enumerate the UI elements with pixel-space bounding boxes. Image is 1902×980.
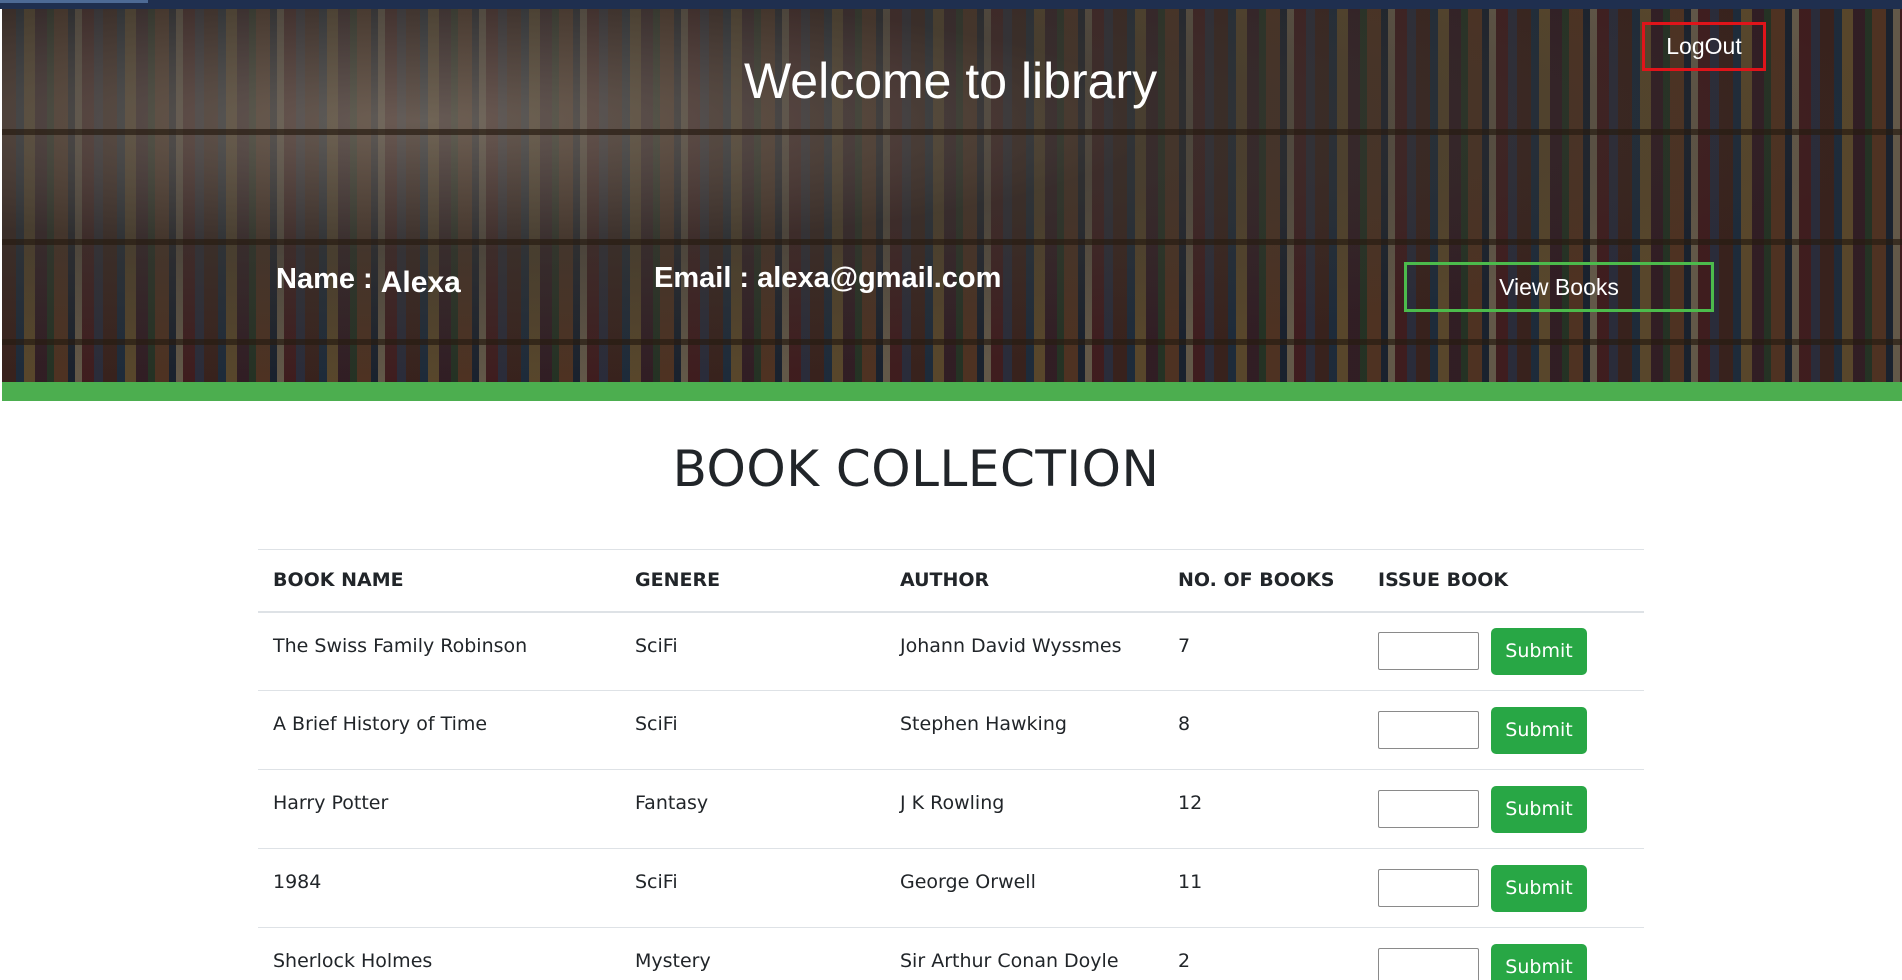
book-name: The Swiss Family Robinson	[258, 611, 620, 691]
shelf-line	[2, 339, 1902, 345]
submit-button[interactable]: Submit	[1491, 785, 1587, 833]
top-border-highlight	[0, 0, 148, 3]
top-border	[0, 0, 1902, 9]
submit-button[interactable]: Submit	[1491, 864, 1587, 912]
issue-quantity-input[interactable]	[1378, 948, 1479, 980]
book-count: 2	[1163, 927, 1363, 980]
user-email-value: alexa@gmail.com	[757, 262, 1002, 294]
book-author: Stephen Hawking	[885, 690, 1163, 770]
user-name: Name : Alexa	[276, 262, 461, 299]
book-genre: Fantasy	[620, 769, 885, 849]
column-header-genre: GENERE	[620, 549, 885, 613]
book-author: George Orwell	[885, 848, 1163, 928]
submit-button[interactable]: Submit	[1491, 706, 1587, 754]
accent-divider	[2, 382, 1902, 401]
book-author: J K Rowling	[885, 769, 1163, 849]
book-count: 8	[1163, 690, 1363, 770]
book-author: Johann David Wyssmes	[885, 611, 1163, 691]
book-count: 12	[1163, 769, 1363, 849]
table-header-row: BOOK NAME GENERE AUTHOR NO. OF BOOKS ISS…	[258, 549, 1644, 613]
book-count: 7	[1163, 611, 1363, 691]
column-header-count: NO. OF BOOKS	[1163, 549, 1363, 613]
book-genre: SciFi	[620, 848, 885, 928]
table-row: A Brief History of Time SciFi Stephen Ha…	[258, 690, 1644, 770]
logout-button[interactable]: LogOut	[1642, 22, 1766, 71]
submit-button[interactable]: Submit	[1491, 627, 1587, 675]
submit-button[interactable]: Submit	[1491, 943, 1587, 980]
book-genre: Mystery	[620, 927, 885, 980]
issue-quantity-input[interactable]	[1378, 869, 1479, 907]
user-name-value: Alexa	[380, 266, 461, 299]
user-email-label: Email :	[654, 262, 758, 294]
shelf-line	[2, 129, 1902, 135]
section-title: BOOK COLLECTION	[672, 440, 1160, 498]
user-email: Email : alexa@gmail.com	[654, 262, 1001, 295]
issue-form: Submit	[1378, 627, 1629, 675]
shelf-line	[2, 239, 1902, 245]
issue-quantity-input[interactable]	[1378, 790, 1479, 828]
book-genre: SciFi	[620, 690, 885, 770]
issue-cell: Submit	[1363, 611, 1644, 691]
table-row: Sherlock Holmes Mystery Sir Arthur Conan…	[258, 927, 1644, 980]
issue-form: Submit	[1378, 864, 1629, 912]
view-books-button[interactable]: View Books	[1404, 262, 1714, 312]
issue-quantity-input[interactable]	[1378, 632, 1479, 671]
book-author: Sir Arthur Conan Doyle	[885, 927, 1163, 980]
issue-form: Submit	[1378, 785, 1629, 833]
book-name: A Brief History of Time	[258, 690, 620, 770]
table-row: Harry Potter Fantasy J K Rowling 12 Subm…	[258, 769, 1644, 849]
book-count: 11	[1163, 848, 1363, 928]
column-header-issue: ISSUE BOOK	[1363, 549, 1644, 613]
issue-cell: Submit	[1363, 848, 1644, 928]
book-genre: SciFi	[620, 611, 885, 691]
book-name: Harry Potter	[258, 769, 620, 849]
issue-quantity-input[interactable]	[1378, 711, 1479, 749]
table-row: The Swiss Family Robinson SciFi Johann D…	[258, 611, 1644, 691]
user-name-label: Name :	[276, 263, 381, 295]
issue-cell: Submit	[1363, 769, 1644, 849]
issue-form: Submit	[1378, 706, 1629, 754]
book-name: Sherlock Holmes	[258, 927, 620, 980]
issue-cell: Submit	[1363, 690, 1644, 770]
column-header-author: AUTHOR	[885, 549, 1163, 613]
issue-form: Submit	[1378, 943, 1629, 980]
book-name: 1984	[258, 848, 620, 928]
table-row: 1984 SciFi George Orwell 11 Submit	[258, 848, 1644, 928]
page-title: Welcome to library	[744, 53, 1158, 109]
column-header-book-name: BOOK NAME	[258, 549, 620, 613]
books-table: BOOK NAME GENERE AUTHOR NO. OF BOOKS ISS…	[258, 549, 1644, 980]
issue-cell: Submit	[1363, 927, 1644, 980]
